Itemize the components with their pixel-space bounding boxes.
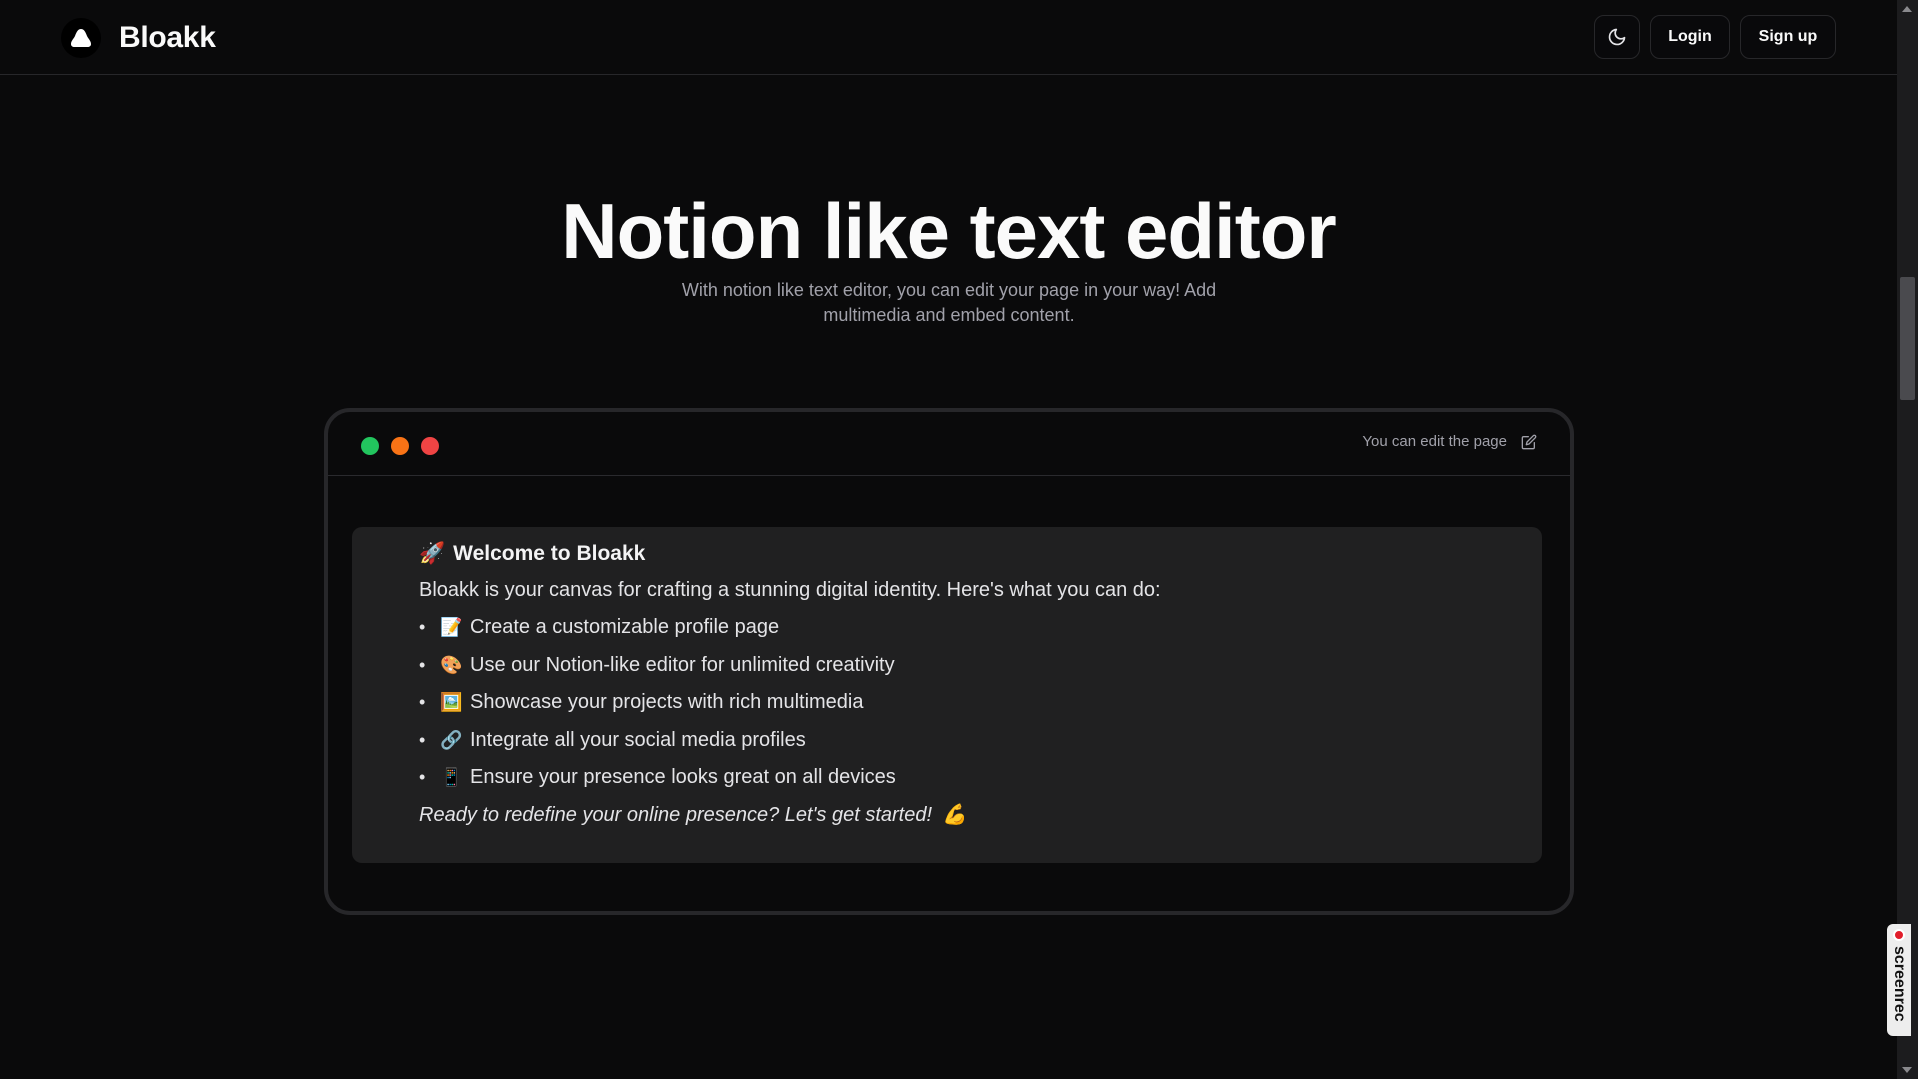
list-item[interactable]: • 📝 Create a customizable profile page bbox=[419, 609, 1499, 647]
moon-icon bbox=[1608, 28, 1626, 46]
editor-content[interactable]: 🚀 Welcome to Bloakk Bloakk is your canva… bbox=[419, 535, 1499, 834]
list-item[interactable]: • 🎨 Use our Notion-like editor for unlim… bbox=[419, 647, 1499, 685]
header-nav: Login Sign up bbox=[1594, 15, 1836, 59]
editor-closing-text: Ready to redefine your online presence? … bbox=[419, 803, 933, 826]
screenrec-label: screenrec bbox=[1891, 946, 1908, 1022]
window-dot-green bbox=[361, 437, 379, 455]
feature-list: • 📝 Create a customizable profile page •… bbox=[419, 609, 1499, 797]
pencil-square-icon bbox=[1521, 434, 1537, 449]
record-icon bbox=[1893, 929, 1905, 941]
list-item-text: Use our Notion-like editor for unlimited… bbox=[470, 653, 895, 676]
editor-paragraph[interactable]: Bloakk is your canvas for crafting a stu… bbox=[419, 572, 1499, 609]
theme-toggle-button[interactable] bbox=[1594, 15, 1640, 59]
site-header: Bloakk Login Sign up bbox=[0, 0, 1897, 75]
framed-picture-icon: 🖼️ bbox=[440, 692, 463, 712]
list-item-text: Create a customizable profile page bbox=[470, 616, 780, 638]
hero-subtitle: With notion like text editor, you can ed… bbox=[681, 280, 1217, 325]
page-scrollbar[interactable] bbox=[1897, 0, 1918, 1079]
logo-icon bbox=[61, 18, 101, 58]
palette-icon: 🎨 bbox=[440, 654, 463, 675]
page: Bloakk Login Sign up Notion like text ed… bbox=[0, 0, 1897, 1079]
scroll-down-arrow-icon[interactable] bbox=[1902, 1067, 1912, 1073]
window-dot-red bbox=[421, 437, 439, 455]
scrollbar-thumb[interactable] bbox=[1900, 277, 1915, 400]
list-item-text: Ensure your presence looks great on all … bbox=[470, 766, 896, 788]
mobile-phone-icon: 📱 bbox=[440, 767, 463, 787]
window-dot-orange bbox=[391, 437, 409, 455]
brand-name: Bloakk bbox=[119, 21, 216, 54]
editor-heading[interactable]: 🚀 Welcome to Bloakk bbox=[419, 535, 1499, 572]
list-item-text: Integrate all your social media profiles bbox=[470, 728, 806, 751]
memo-icon: 📝 bbox=[440, 617, 463, 637]
brand[interactable]: Bloakk bbox=[61, 18, 216, 58]
rocket-icon: 🚀 bbox=[419, 542, 446, 565]
list-item-text: Showcase your projects with rich multime… bbox=[470, 691, 864, 713]
editor-heading-text: Welcome to Bloakk bbox=[453, 542, 646, 565]
link-icon: 🔗 bbox=[440, 729, 463, 750]
editor-closing[interactable]: Ready to redefine your online presence? … bbox=[419, 797, 1499, 834]
scroll-up-arrow-icon[interactable] bbox=[1902, 6, 1912, 12]
edit-hint-label: You can edit the page bbox=[1362, 433, 1507, 450]
editor-window: You can edit the page 🚀 Welcome to Bloak… bbox=[324, 408, 1574, 915]
text-editor[interactable]: 🚀 Welcome to Bloakk Bloakk is your canva… bbox=[352, 527, 1542, 863]
edit-hint: You can edit the page bbox=[1362, 433, 1537, 450]
signup-button[interactable]: Sign up bbox=[1740, 15, 1836, 59]
window-titlebar: You can edit the page bbox=[328, 412, 1570, 476]
window-controls bbox=[361, 437, 439, 455]
screenrec-badge[interactable]: screenrec bbox=[1887, 924, 1911, 1036]
login-button[interactable]: Login bbox=[1650, 15, 1730, 59]
list-item[interactable]: • 📱 Ensure your presence looks great on … bbox=[419, 759, 1499, 797]
list-item[interactable]: • 🔗 Integrate all your social media prof… bbox=[419, 722, 1499, 760]
hero-title: Notion like text editor bbox=[561, 187, 1336, 275]
list-item[interactable]: • 🖼️ Showcase your projects with rich mu… bbox=[419, 684, 1499, 722]
flexed-biceps-icon: 💪 bbox=[942, 803, 967, 826]
